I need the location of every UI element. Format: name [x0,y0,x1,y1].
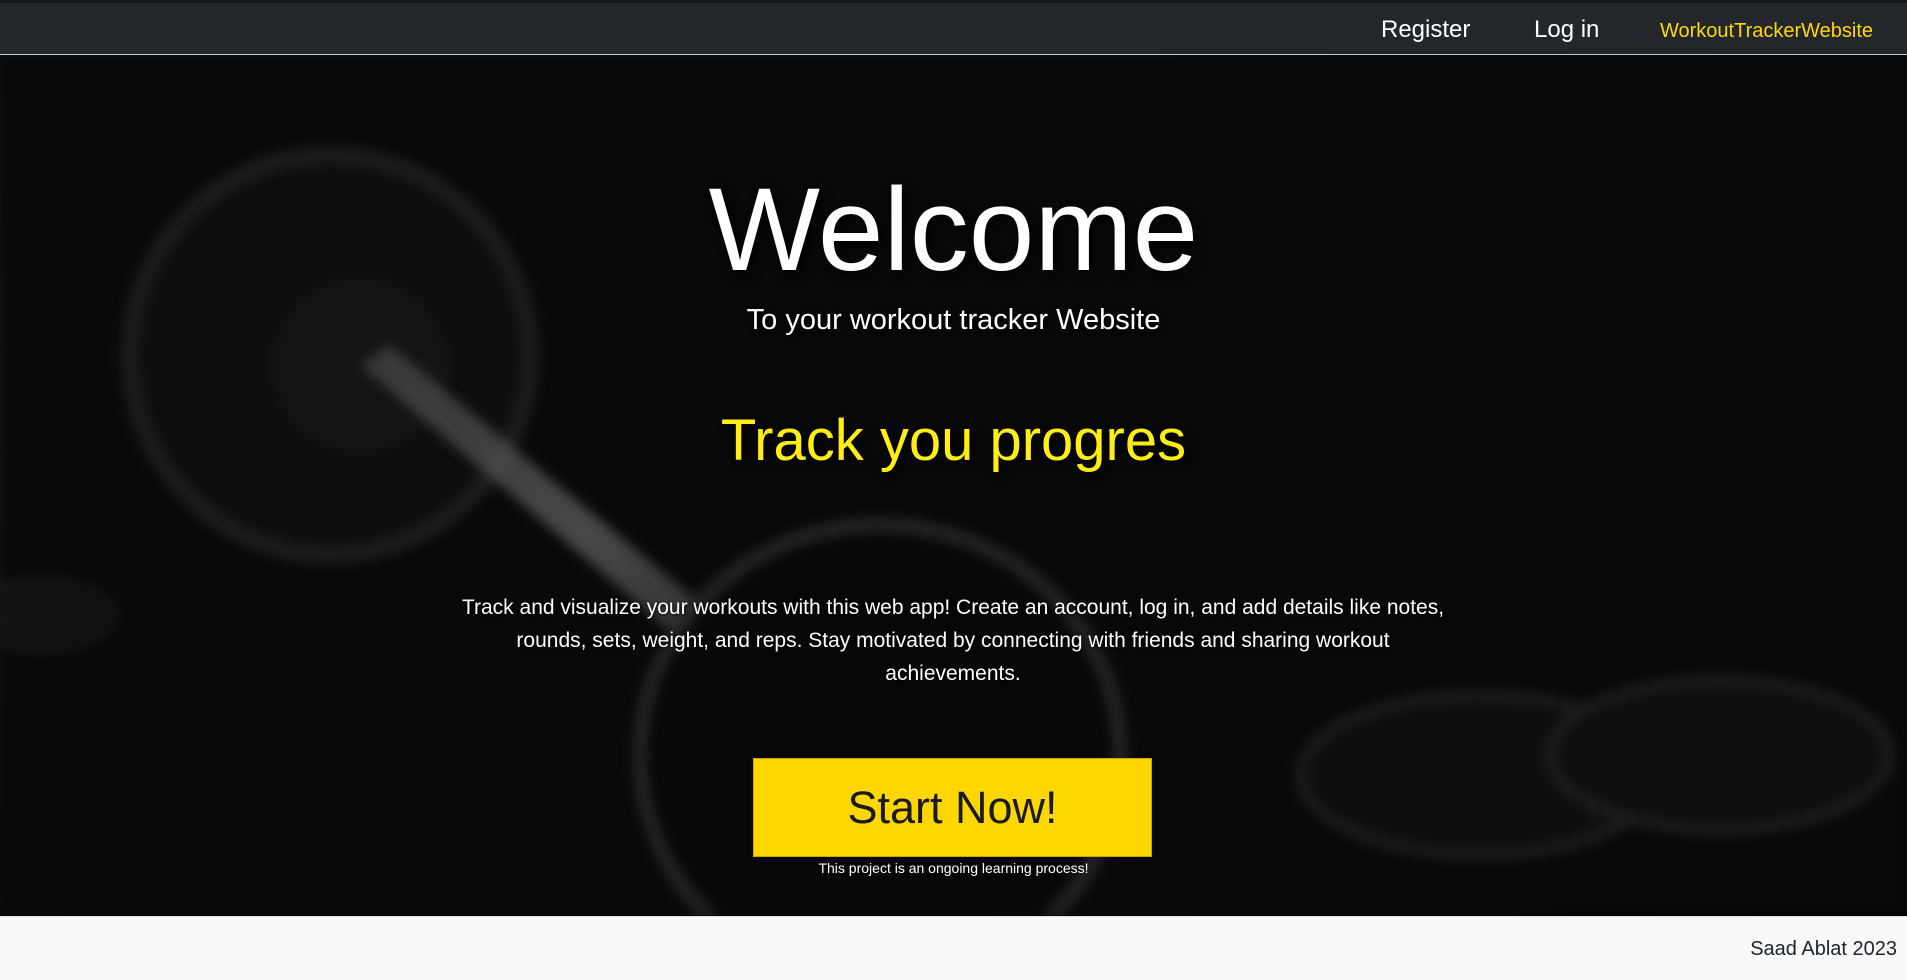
footer: Saad Ablat 2023 [0,916,1907,980]
hero-content: Welcome To your workout tracker Website … [0,55,1907,916]
project-note: This project is an ongoing learning proc… [818,860,1089,876]
track-progress-heading: Track you progres [720,408,1187,473]
welcome-title: Welcome [708,164,1199,296]
login-link[interactable]: Log in [1534,16,1599,44]
welcome-subtitle: To your workout tracker Website [746,304,1161,336]
top-navbar: Register Log in WorkoutTrackerWebsite [0,0,1907,55]
app-description: Track and visualize your workouts with t… [461,596,1445,685]
brand-link[interactable]: WorkoutTrackerWebsite [1660,19,1873,43]
hero-section: Welcome To your workout tracker Website … [0,55,1907,916]
register-link[interactable]: Register [1381,16,1470,44]
footer-credit: Saad Ablat 2023 [1750,938,1897,960]
start-now-button[interactable]: Start Now! [753,758,1152,857]
